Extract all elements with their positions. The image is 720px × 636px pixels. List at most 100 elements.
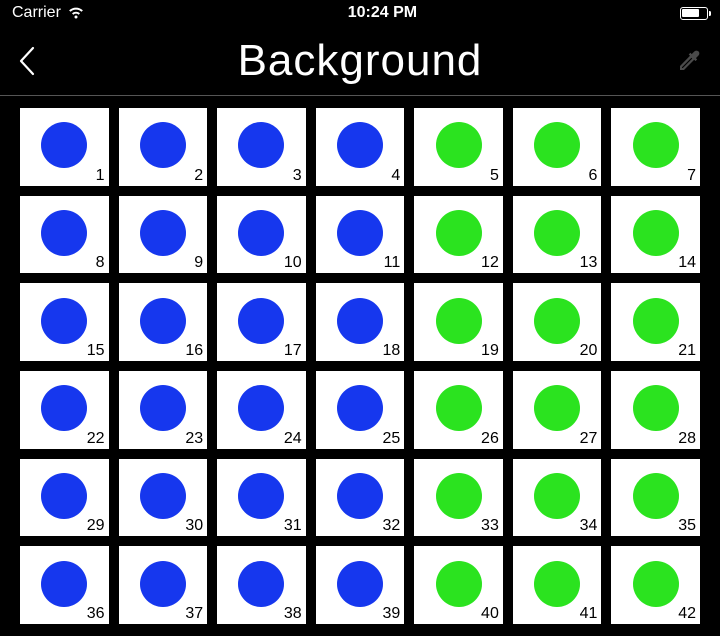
color-dot-icon bbox=[337, 210, 383, 256]
color-dot-icon bbox=[534, 473, 580, 519]
color-cell[interactable]: 20 bbox=[513, 283, 602, 361]
color-dot-icon bbox=[436, 385, 482, 431]
cell-index-label: 19 bbox=[481, 342, 499, 360]
color-cell[interactable]: 6 bbox=[513, 108, 602, 186]
color-dot-icon bbox=[534, 385, 580, 431]
color-dot-icon bbox=[534, 122, 580, 168]
cell-index-label: 3 bbox=[293, 167, 302, 185]
cell-index-label: 15 bbox=[87, 342, 105, 360]
cell-index-label: 10 bbox=[284, 254, 302, 272]
cell-index-label: 14 bbox=[678, 254, 696, 272]
cell-index-label: 33 bbox=[481, 517, 499, 535]
color-dot-icon bbox=[238, 298, 284, 344]
color-cell[interactable]: 7 bbox=[611, 108, 700, 186]
color-dot-icon bbox=[436, 473, 482, 519]
color-dot-icon bbox=[436, 210, 482, 256]
color-dot-icon bbox=[140, 298, 186, 344]
cell-index-label: 11 bbox=[384, 254, 401, 272]
color-cell[interactable]: 10 bbox=[217, 196, 306, 274]
cell-index-label: 26 bbox=[481, 430, 499, 448]
color-cell[interactable]: 28 bbox=[611, 371, 700, 449]
color-cell[interactable]: 12 bbox=[414, 196, 503, 274]
cell-index-label: 9 bbox=[194, 254, 203, 272]
color-cell[interactable]: 29 bbox=[20, 459, 109, 537]
cell-index-label: 36 bbox=[87, 605, 105, 623]
color-cell[interactable]: 14 bbox=[611, 196, 700, 274]
clock-label: 10:24 PM bbox=[85, 4, 680, 22]
color-cell[interactable]: 23 bbox=[119, 371, 208, 449]
color-cell[interactable]: 38 bbox=[217, 546, 306, 624]
cell-index-label: 17 bbox=[284, 342, 302, 360]
color-cell[interactable]: 5 bbox=[414, 108, 503, 186]
color-grid: 1234567891011121314151617181920212223242… bbox=[20, 108, 700, 624]
color-cell[interactable]: 37 bbox=[119, 546, 208, 624]
color-dot-icon bbox=[140, 210, 186, 256]
cell-index-label: 6 bbox=[589, 167, 598, 185]
cell-index-label: 40 bbox=[481, 605, 499, 623]
status-bar: Carrier 10:24 PM bbox=[0, 0, 720, 26]
color-cell[interactable]: 33 bbox=[414, 459, 503, 537]
cell-index-label: 34 bbox=[580, 517, 598, 535]
color-cell[interactable]: 40 bbox=[414, 546, 503, 624]
carrier-label: Carrier bbox=[12, 4, 61, 22]
cell-index-label: 1 bbox=[96, 167, 105, 185]
color-dot-icon bbox=[238, 122, 284, 168]
color-cell[interactable]: 16 bbox=[119, 283, 208, 361]
cell-index-label: 30 bbox=[185, 517, 203, 535]
cell-index-label: 38 bbox=[284, 605, 302, 623]
color-cell[interactable]: 8 bbox=[20, 196, 109, 274]
cell-index-label: 16 bbox=[185, 342, 203, 360]
color-cell[interactable]: 31 bbox=[217, 459, 306, 537]
color-dot-icon bbox=[238, 385, 284, 431]
cell-index-label: 37 bbox=[185, 605, 203, 623]
color-cell[interactable]: 17 bbox=[217, 283, 306, 361]
cell-index-label: 22 bbox=[87, 430, 105, 448]
color-cell[interactable]: 42 bbox=[611, 546, 700, 624]
color-cell[interactable]: 22 bbox=[20, 371, 109, 449]
color-cell[interactable]: 2 bbox=[119, 108, 208, 186]
cell-index-label: 2 bbox=[194, 167, 203, 185]
back-button[interactable] bbox=[16, 44, 56, 78]
color-dot-icon bbox=[140, 122, 186, 168]
color-dot-icon bbox=[41, 298, 87, 344]
cell-index-label: 29 bbox=[87, 517, 105, 535]
color-cell[interactable]: 19 bbox=[414, 283, 503, 361]
color-cell[interactable]: 3 bbox=[217, 108, 306, 186]
color-cell[interactable]: 27 bbox=[513, 371, 602, 449]
color-dot-icon bbox=[436, 298, 482, 344]
cell-index-label: 27 bbox=[580, 430, 598, 448]
color-cell[interactable]: 26 bbox=[414, 371, 503, 449]
color-cell[interactable]: 1 bbox=[20, 108, 109, 186]
color-cell[interactable]: 36 bbox=[20, 546, 109, 624]
color-dot-icon bbox=[41, 122, 87, 168]
color-cell[interactable]: 41 bbox=[513, 546, 602, 624]
nav-bar: Background bbox=[0, 26, 720, 96]
cell-index-label: 8 bbox=[96, 254, 105, 272]
cell-index-label: 35 bbox=[678, 517, 696, 535]
color-cell[interactable]: 24 bbox=[217, 371, 306, 449]
color-cell[interactable]: 18 bbox=[316, 283, 405, 361]
color-cell[interactable]: 30 bbox=[119, 459, 208, 537]
color-cell[interactable]: 11 bbox=[316, 196, 405, 274]
color-dot-icon bbox=[534, 210, 580, 256]
color-dot-icon bbox=[633, 210, 679, 256]
color-cell[interactable]: 32 bbox=[316, 459, 405, 537]
color-cell[interactable]: 39 bbox=[316, 546, 405, 624]
color-cell[interactable]: 21 bbox=[611, 283, 700, 361]
cell-index-label: 39 bbox=[382, 605, 400, 623]
color-cell[interactable]: 25 bbox=[316, 371, 405, 449]
color-dot-icon bbox=[337, 473, 383, 519]
color-dot-icon bbox=[337, 122, 383, 168]
color-cell[interactable]: 9 bbox=[119, 196, 208, 274]
color-dot-icon bbox=[633, 122, 679, 168]
cell-index-label: 5 bbox=[490, 167, 499, 185]
color-cell[interactable]: 13 bbox=[513, 196, 602, 274]
color-cell[interactable]: 34 bbox=[513, 459, 602, 537]
color-cell[interactable]: 15 bbox=[20, 283, 109, 361]
cell-index-label: 25 bbox=[382, 430, 400, 448]
cell-index-label: 28 bbox=[678, 430, 696, 448]
color-cell[interactable]: 35 bbox=[611, 459, 700, 537]
eyedropper-button[interactable] bbox=[674, 46, 704, 76]
color-dot-icon bbox=[534, 298, 580, 344]
color-cell[interactable]: 4 bbox=[316, 108, 405, 186]
